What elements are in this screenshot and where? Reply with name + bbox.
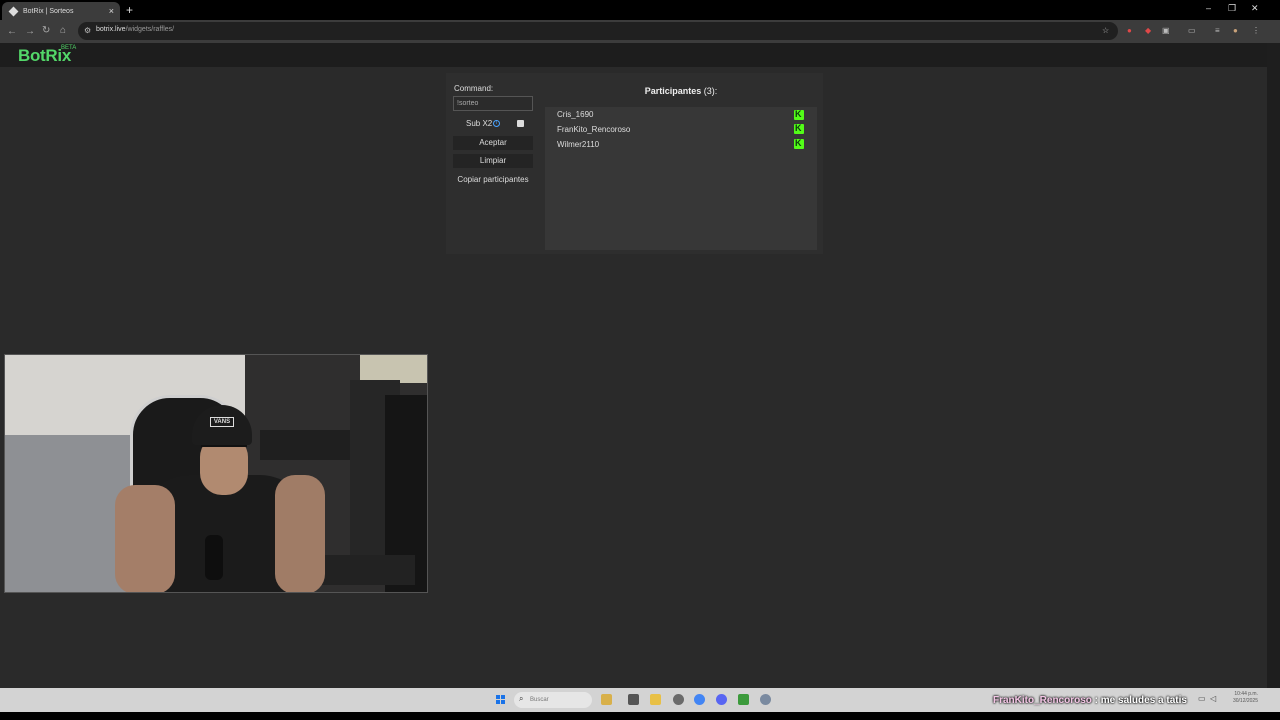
new-tab-icon[interactable]: + xyxy=(126,3,133,17)
browser-tabstrip xyxy=(0,0,1280,20)
cam-microphone xyxy=(205,535,223,580)
participants-label: Participantes xyxy=(644,86,702,96)
browser-tab[interactable]: BotRix | Sorteos × xyxy=(2,2,120,20)
taskbar-clock[interactable]: 10:44 p.m. 30/12/2025 xyxy=(1222,691,1258,705)
reload-icon[interactable]: ↻ xyxy=(42,25,50,36)
clock-date: 30/12/2025 xyxy=(1232,698,1258,704)
participants-title: Participantes (3): xyxy=(545,86,817,96)
file-explorer-icon[interactable] xyxy=(650,694,661,705)
extensions-puzzle-icon[interactable]: ▣ xyxy=(1162,26,1170,35)
screen: BotRix | Sorteos × + – ❐ ✕ ← → ↻ ⌂ ⚙ bot… xyxy=(0,0,1280,720)
command-input[interactable]: !sorteo xyxy=(453,96,533,111)
cast-icon[interactable]: ▭ xyxy=(1188,26,1196,35)
windows-start-icon[interactable] xyxy=(496,695,506,705)
screen-bottom-edge xyxy=(0,712,1280,720)
participant-name: Wilmer2110 xyxy=(557,140,600,149)
site-header xyxy=(0,43,1267,67)
accept-button[interactable]: Aceptar xyxy=(453,136,533,150)
chat-username: FranKito_Rencoroso xyxy=(993,695,1092,706)
restore-icon[interactable]: ❐ xyxy=(1228,3,1236,14)
kick-platform-icon: K xyxy=(794,123,804,134)
kick-platform-icon: K xyxy=(794,138,804,149)
minimize-icon[interactable]: – xyxy=(1206,3,1211,13)
page-scrollbar[interactable] xyxy=(1267,43,1280,688)
cam-shelf-figures xyxy=(360,355,427,383)
botrix-favicon-icon xyxy=(8,6,19,16)
address-bar[interactable] xyxy=(78,22,1118,40)
participant-name: FranKito_Rencoroso xyxy=(557,125,631,134)
url-path: /widgets/raffles/ xyxy=(125,26,175,33)
site-info-icon[interactable]: ⚙ xyxy=(84,26,91,35)
search-icon: ⌕ xyxy=(519,694,524,703)
volume-icon[interactable]: ◁ xyxy=(1210,694,1216,703)
kick-glyph: K xyxy=(795,109,802,119)
bookmark-star-icon[interactable]: ☆ xyxy=(1102,26,1109,35)
obs-icon[interactable] xyxy=(673,694,684,705)
cam-person-arm xyxy=(115,485,175,592)
clear-button[interactable]: Limpiar xyxy=(453,154,533,168)
sub-x2-checkbox[interactable] xyxy=(517,120,524,127)
window-close-icon[interactable]: ✕ xyxy=(1251,3,1259,14)
cam-person-arm xyxy=(275,475,325,592)
participants-count: (3): xyxy=(703,86,718,96)
info-icon[interactable]: i xyxy=(493,120,500,127)
sub-x2-label: Sub X2 xyxy=(466,119,493,128)
kick-platform-icon: K xyxy=(794,109,804,120)
cam-glasses xyxy=(201,445,247,453)
profile-avatar-icon[interactable]: ● xyxy=(1233,26,1238,35)
chat-overlay-message: FranKito_Rencoroso : me saludes a tatis xyxy=(993,695,1187,706)
home-icon[interactable]: ⌂ xyxy=(60,25,66,36)
webcam-feed: VANS xyxy=(4,354,428,593)
copy-participants-button[interactable]: Copiar participantes xyxy=(453,173,533,187)
kick-glyph: K xyxy=(795,138,802,148)
menu-dots-icon[interactable]: ⋮ xyxy=(1252,26,1260,35)
settings-gear-icon[interactable] xyxy=(760,694,771,705)
extension-tag-icon[interactable]: ◆ xyxy=(1145,26,1151,35)
forward-icon[interactable]: → xyxy=(25,26,35,37)
chat-message: : me saludes a tatis xyxy=(1091,695,1187,706)
taskbar-search[interactable]: Buscar xyxy=(514,692,592,708)
kick-glyph: K xyxy=(795,123,802,133)
media-icon[interactable]: ≡ xyxy=(1215,26,1220,35)
tab-title: BotRix | Sorteos xyxy=(23,7,74,15)
url-host: botrix.live xyxy=(96,26,126,33)
chrome-icon[interactable] xyxy=(694,694,705,705)
discord-icon[interactable] xyxy=(716,694,727,705)
task-view-icon[interactable] xyxy=(628,694,639,705)
cam-desk xyxy=(260,430,360,460)
cam-cap-logo: VANS xyxy=(210,417,234,427)
minecraft-icon[interactable] xyxy=(738,694,749,705)
back-icon[interactable]: ← xyxy=(7,26,17,37)
clock-time: 10:44 p.m. xyxy=(1234,691,1258,697)
beta-badge: BETA xyxy=(61,45,77,51)
network-icon[interactable]: ▭ xyxy=(1198,694,1206,703)
command-label: Command: xyxy=(454,84,494,93)
widgets-icon[interactable] xyxy=(601,694,612,705)
participant-name: Cris_1690 xyxy=(557,110,594,119)
extension-shield-icon[interactable]: ● xyxy=(1127,26,1132,35)
tab-close-icon[interactable]: × xyxy=(109,6,114,16)
address-url: botrix.live/widgets/raffles/ xyxy=(96,26,174,33)
